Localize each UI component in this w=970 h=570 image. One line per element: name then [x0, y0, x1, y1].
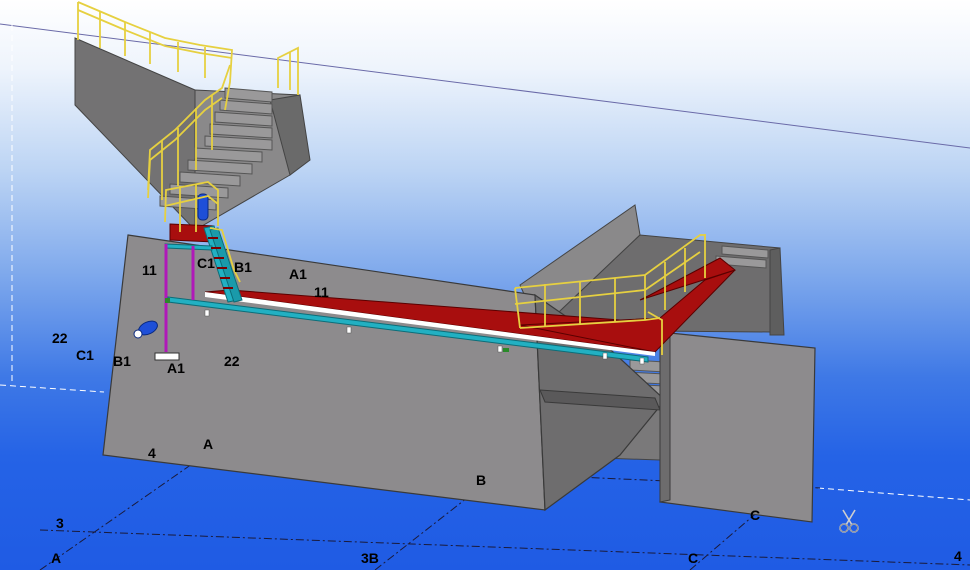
work-area-dashed-left — [0, 384, 105, 393]
axis-label: C — [750, 507, 761, 523]
axis-label: 3 — [56, 515, 64, 531]
grid-label: B1 — [113, 353, 131, 369]
grid-label: C1 — [76, 347, 94, 363]
grid-label: 22 — [224, 353, 240, 369]
axis-label: B — [476, 472, 487, 488]
axis-label: C — [688, 550, 699, 566]
work-area-dashed-right — [817, 487, 970, 501]
scissors-icon[interactable] — [836, 508, 862, 534]
axis-label: 3B — [361, 550, 379, 566]
grid-label: C1 — [197, 255, 215, 271]
base-plate — [154, 352, 180, 361]
grid-label: A1 — [167, 360, 185, 376]
front-right-block — [659, 332, 816, 523]
axis-label: 4 — [954, 548, 962, 564]
grid-label: 22 — [52, 330, 68, 346]
model-viewport[interactable]: 22 C1 B1 A1 22 11 C1 B1 A1 11 4 A B 3 A … — [0, 0, 970, 570]
axis-label: A — [51, 550, 62, 566]
grid-label: 11 — [314, 284, 329, 300]
axis-label: A — [203, 436, 214, 452]
grid-label: B1 — [234, 259, 252, 275]
grid-label: 11 — [142, 262, 157, 278]
upper-stair-block — [74, 37, 311, 232]
grid-label: A1 — [289, 266, 307, 282]
axis-label: 4 — [148, 445, 156, 461]
